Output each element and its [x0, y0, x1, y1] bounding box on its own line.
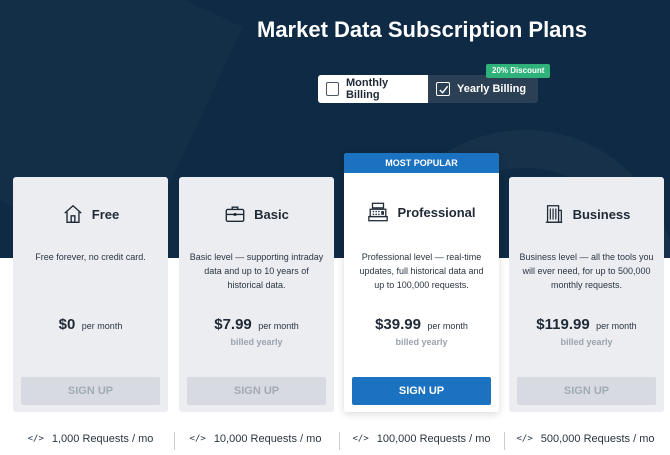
- price-period: per month: [258, 321, 299, 331]
- plan-header: Free: [13, 203, 168, 225]
- yearly-billing-option[interactable]: Yearly Billing: [428, 75, 538, 103]
- plan-description: Basic level — supporting intraday data a…: [189, 252, 324, 290]
- checkmark-icon: [438, 85, 448, 94]
- monthly-billing-option[interactable]: Monthly Billing: [318, 75, 428, 103]
- cash-register-icon: [367, 201, 389, 223]
- plan-card-basic: Basic Basic level — supporting intraday …: [179, 177, 334, 412]
- requests-business: </> 500,000 Requests / mo: [503, 426, 668, 452]
- sign-up-button-free[interactable]: SIGN UP: [21, 377, 160, 405]
- requests-row: </> 1,000 Requests / mo </> 10,000 Reque…: [0, 426, 670, 454]
- code-icon: </>: [27, 434, 44, 444]
- billed-note: billed yearly: [395, 337, 448, 347]
- price-amount: $39.99: [375, 316, 421, 333]
- plan-description: Professional level — real-time updates, …: [359, 252, 484, 290]
- requests-basic: </> 10,000 Requests / mo: [173, 426, 338, 452]
- requests-label: 1,000 Requests / mo: [51, 433, 154, 445]
- price-period: per month: [81, 321, 123, 331]
- plan-card-professional: MOST POPULAR Professional Professional l…: [344, 153, 499, 412]
- requests-label: 100,000 Requests / mo: [376, 433, 491, 445]
- plan-price: $119.99 per month: [509, 316, 664, 334]
- yearly-checkbox[interactable]: [436, 82, 450, 96]
- plan-header: Basic: [179, 203, 334, 225]
- page-title: Market Data Subscription Plans: [257, 17, 588, 42]
- sign-up-button-professional[interactable]: SIGN UP: [352, 377, 491, 405]
- requests-professional: </> 100,000 Requests / mo: [339, 426, 504, 452]
- plan-header: Business: [509, 203, 664, 225]
- price-amount: $7.99: [214, 316, 252, 333]
- plan-name: Business: [572, 206, 631, 222]
- plan-price: $7.99 per month: [179, 316, 334, 334]
- requests-label: 10,000 Requests / mo: [213, 433, 322, 445]
- billed-note: billed yearly: [560, 337, 613, 347]
- code-icon: </>: [516, 434, 533, 444]
- plan-card-business: Business Business level — all the tools …: [509, 177, 664, 412]
- plan-price: $0 per month: [13, 316, 168, 334]
- price-period: per month: [427, 321, 468, 331]
- price-period: per month: [596, 321, 637, 331]
- yearly-billing-label: Yearly Billing: [457, 83, 527, 95]
- code-icon: </>: [352, 434, 369, 444]
- plan-header: Professional: [344, 201, 499, 223]
- plan-name: Free: [91, 206, 120, 222]
- briefcase-icon: [224, 203, 246, 225]
- office-building-icon: [543, 203, 565, 225]
- plan-card-free: Free Free forever, no credit card. $0 pe…: [13, 177, 168, 412]
- plan-price: $39.99 per month: [344, 316, 499, 334]
- house-icon: [62, 203, 84, 225]
- code-icon: </>: [189, 434, 206, 444]
- most-popular-badge: MOST POPULAR: [344, 153, 499, 173]
- price-amount: $0: [58, 316, 76, 333]
- monthly-checkbox[interactable]: [326, 82, 339, 96]
- billing-toggle: Monthly Billing Yearly Billing: [318, 75, 538, 103]
- requests-label: 500,000 Requests / mo: [540, 433, 655, 445]
- billed-note: billed yearly: [230, 337, 283, 347]
- sign-up-button-business[interactable]: SIGN UP: [517, 377, 656, 405]
- plan-description: Business level — all the tools you will …: [519, 252, 654, 290]
- plan-name: Professional: [397, 204, 476, 220]
- plan-description: Free forever, no credit card.: [35, 252, 146, 262]
- discount-badge: 20% Discount: [486, 64, 551, 78]
- monthly-billing-label: Monthly Billing: [345, 77, 389, 101]
- price-amount: $119.99: [536, 316, 590, 333]
- requests-free: </> 1,000 Requests / mo: [8, 426, 173, 452]
- sign-up-button-basic[interactable]: SIGN UP: [187, 377, 326, 405]
- plan-name: Basic: [254, 206, 289, 222]
